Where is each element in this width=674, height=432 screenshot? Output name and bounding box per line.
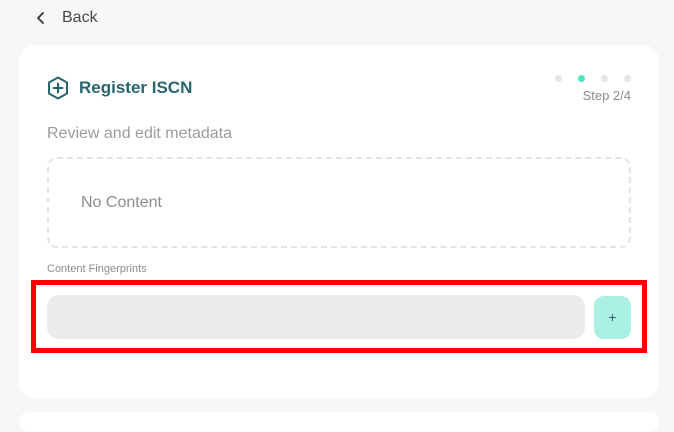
fingerprint-label: Content Fingerprints — [47, 263, 147, 275]
step-indicator: Step 2/4 — [555, 75, 631, 103]
section-subtitle: Review and edit metadata — [47, 125, 232, 142]
fingerprint-input[interactable] — [47, 295, 585, 339]
step-dots — [555, 75, 631, 82]
hexagon-plus-icon — [47, 76, 69, 100]
step-label: Step 2/4 — [582, 88, 631, 103]
register-iscn-card: Register ISCN Step 2/4 Review and edit m… — [19, 45, 659, 398]
empty-state-text: No Content — [81, 193, 162, 211]
chevron-left-icon — [34, 11, 48, 25]
step-dot-3 — [601, 75, 608, 82]
step-dot-4 — [624, 75, 631, 82]
metadata-box: No Content — [47, 157, 631, 248]
fingerprint-row: + — [47, 295, 631, 339]
back-label: Back — [62, 9, 98, 26]
next-card-edge — [19, 412, 659, 432]
card-header: Register ISCN — [47, 76, 192, 100]
step-dot-2 — [578, 75, 585, 82]
back-link[interactable]: Back — [34, 6, 98, 30]
card-title: Register ISCN — [79, 78, 193, 97]
add-fingerprint-button[interactable]: + — [594, 295, 631, 339]
step-dot-1 — [555, 75, 562, 82]
